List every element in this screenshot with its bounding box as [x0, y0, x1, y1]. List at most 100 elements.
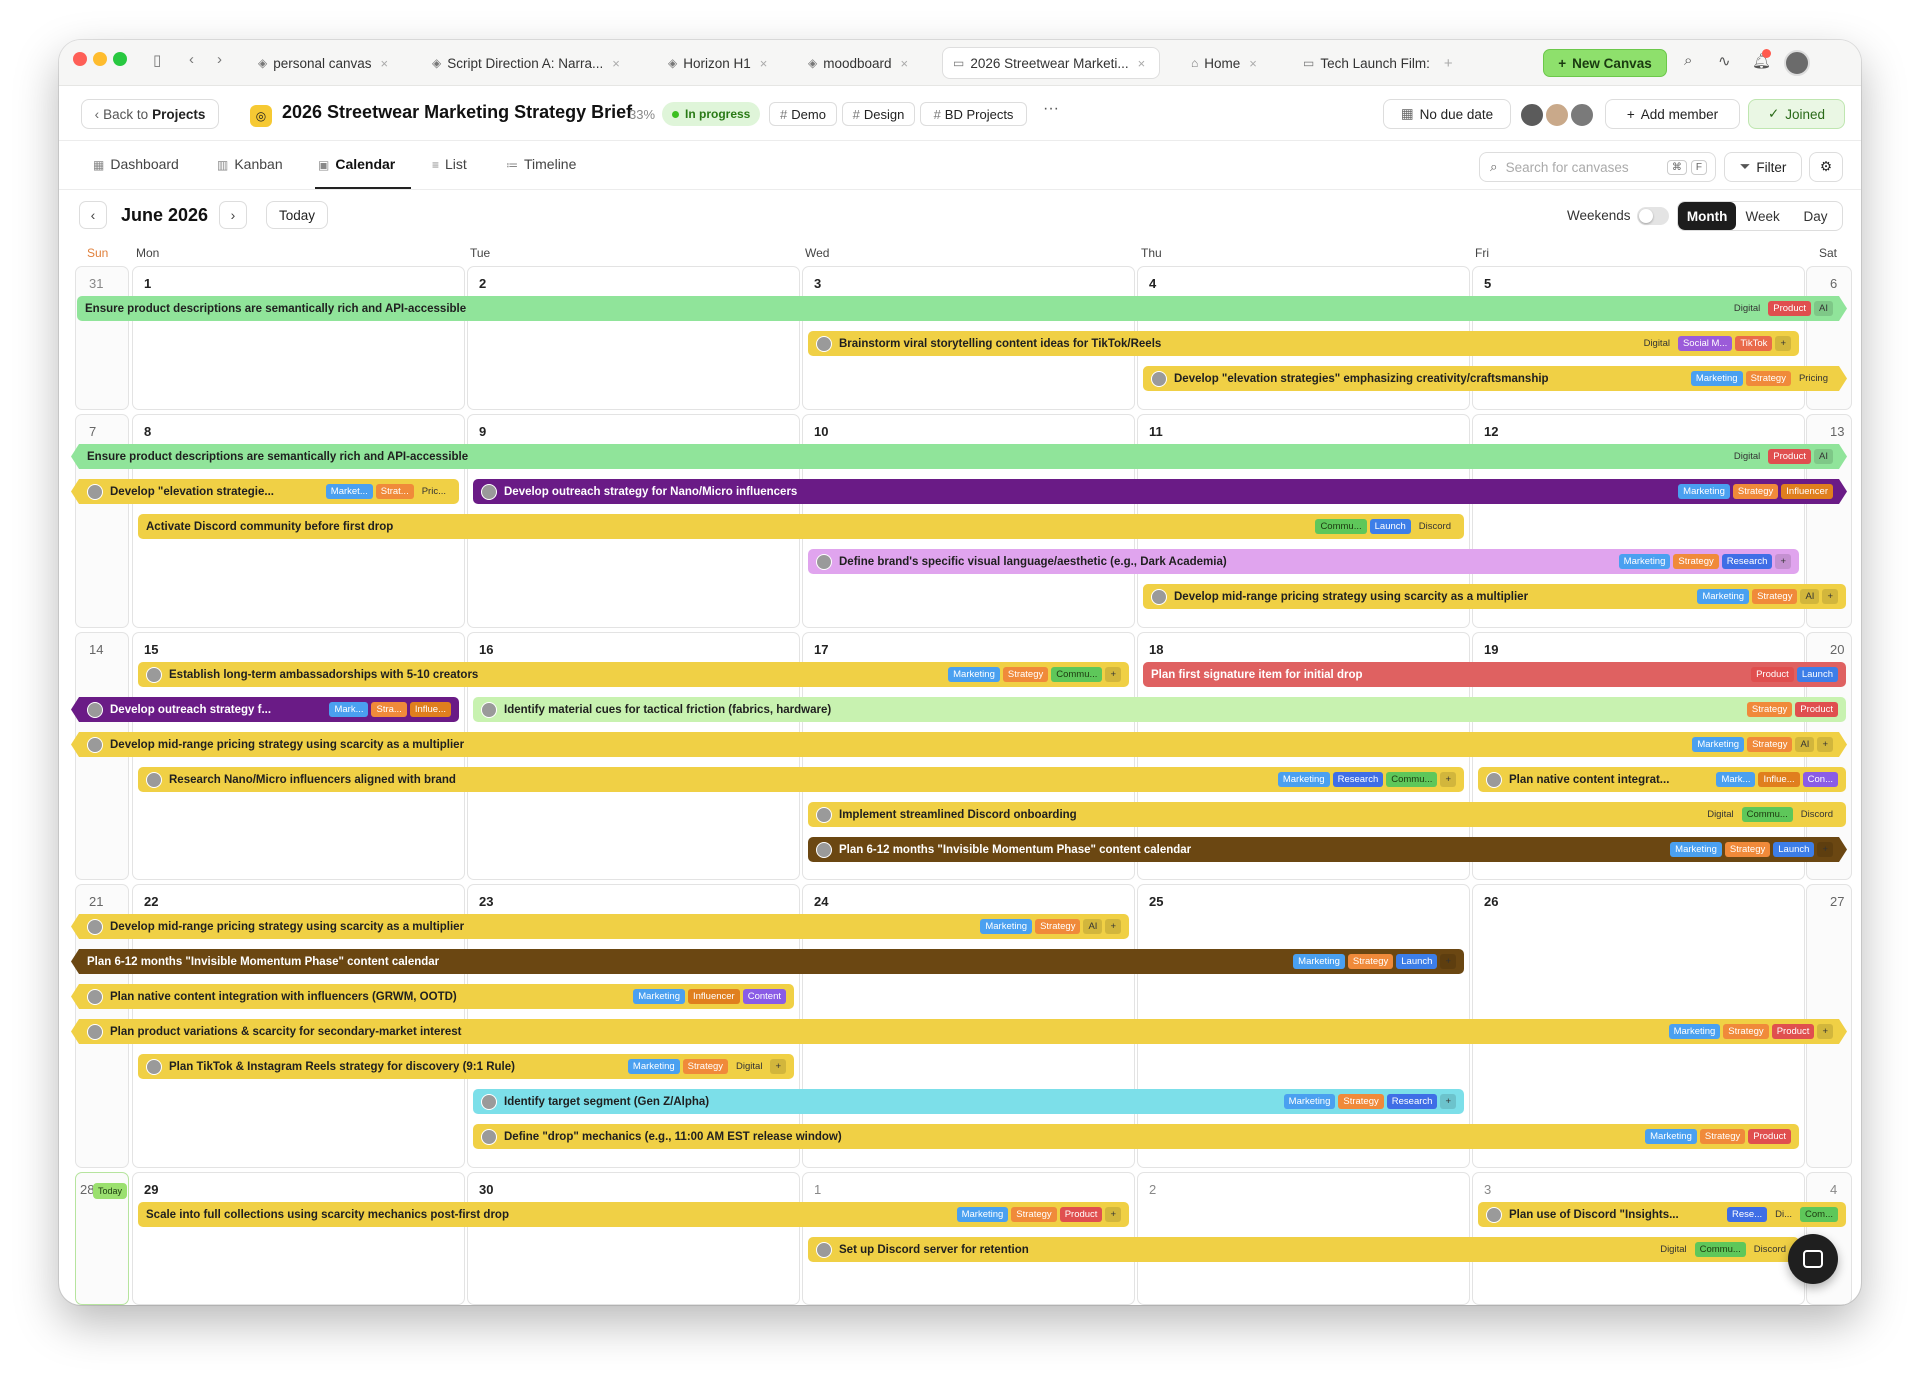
add-label-icon[interactable]: +	[1105, 1207, 1121, 1222]
search-input[interactable]: ⌕ Search for canvases ⌘ F	[1479, 152, 1716, 182]
add-label-icon[interactable]: +	[1775, 336, 1791, 351]
tab-kanban[interactable]: ▥ Kanban	[217, 156, 283, 172]
calendar-event[interactable]: Plan native content integration with inf…	[71, 984, 794, 1009]
search-icon[interactable]: ⌕	[1684, 52, 1692, 69]
back-to-projects-button[interactable]: ‹ Back to Projects	[81, 99, 219, 129]
tab-calendar[interactable]: ▣ Calendar	[318, 156, 395, 172]
calendar-event[interactable]: Define "drop" mechanics (e.g., 11:00 AM …	[473, 1124, 1799, 1149]
calendar-event[interactable]: Plan 6-12 months "Invisible Momentum Pha…	[71, 949, 1464, 974]
close-tab-icon[interactable]: ×	[760, 56, 768, 71]
day-cell[interactable]	[132, 266, 465, 410]
due-date-button[interactable]: ▦ No due date	[1383, 99, 1511, 129]
project-title[interactable]: 2026 Streetwear Marketing Strategy Brief	[282, 102, 632, 123]
tab-personal-canvas[interactable]: ◈ personal canvas ×	[258, 47, 388, 79]
settings-button[interactable]: ⚙︎	[1809, 152, 1843, 182]
calendar-event[interactable]: Brainstorm viral storytelling content id…	[808, 331, 1799, 356]
filter-button[interactable]: ⏷ Filter	[1724, 152, 1802, 182]
weekends-toggle[interactable]	[1637, 207, 1669, 225]
chat-support-button[interactable]	[1788, 1234, 1838, 1284]
new-canvas-button[interactable]: + New Canvas	[1543, 49, 1667, 77]
more-options-icon[interactable]: ···	[1043, 100, 1059, 118]
calendar-event[interactable]: Develop mid-range pricing strategy using…	[1143, 584, 1846, 609]
calendar-event[interactable]: Set up Discord server for retention Digit…	[808, 1237, 1799, 1262]
tab-timeline[interactable]: ≔ Timeline	[506, 156, 576, 172]
day-cell[interactable]	[467, 266, 800, 410]
calendar-event[interactable]: Identify material cues for tactical fric…	[473, 697, 1846, 722]
calendar-event[interactable]: Ensure product descriptions are semantic…	[77, 296, 1847, 321]
add-label-icon[interactable]: +	[1817, 1024, 1833, 1039]
mode-month-button[interactable]: Month	[1678, 202, 1737, 230]
close-tab-icon[interactable]: ×	[1138, 56, 1146, 71]
calendar-event[interactable]: Establish long-term ambassadorships with…	[138, 662, 1129, 687]
calendar-event[interactable]: Develop mid-range pricing strategy using…	[71, 914, 1129, 939]
add-label-icon[interactable]: +	[1775, 554, 1791, 569]
calendar-event[interactable]: Develop outreach strategy for Nano/Micro…	[473, 479, 1847, 504]
activity-icon[interactable]: ∿	[1718, 52, 1731, 70]
calendar-event[interactable]: Define brand's specific visual language/…	[808, 549, 1799, 574]
calendar-event[interactable]: Implement streamlined Discord onboarding…	[808, 802, 1846, 827]
joined-button[interactable]: ✓ Joined	[1748, 99, 1845, 129]
add-member-button[interactable]: + Add member	[1605, 99, 1740, 129]
calendar-event[interactable]: Plan use of Discord "Insights... Rese... D…	[1478, 1202, 1846, 1227]
tag-design[interactable]: # Design	[842, 102, 915, 126]
close-tab-icon[interactable]: ×	[381, 56, 389, 71]
calendar-event[interactable]: Develop "elevation strategie... Market...…	[71, 479, 459, 504]
sidebar-toggle-icon[interactable]: ▯	[153, 51, 161, 69]
today-button[interactable]: Today	[266, 201, 328, 229]
add-label-icon[interactable]: +	[1817, 737, 1833, 752]
add-label-icon[interactable]: +	[770, 1059, 786, 1074]
member-avatar[interactable]	[1569, 102, 1595, 128]
event-label: Marketing	[1697, 589, 1750, 604]
add-tab-icon[interactable]: +	[1444, 55, 1453, 72]
add-label-icon[interactable]: +	[1440, 772, 1456, 787]
add-label-icon[interactable]: +	[1817, 842, 1833, 857]
calendar-event[interactable]: Plan native content integrat... Mark... In…	[1478, 767, 1846, 792]
forward-arrow-icon[interactable]: ›	[217, 51, 222, 68]
calendar-event[interactable]: Scale into full collections using scarci…	[138, 1202, 1129, 1227]
calendar-event[interactable]: Plan 6-12 months "Invisible Momentum Pha…	[808, 837, 1847, 862]
calendar-event[interactable]: Develop outreach strategy f... Mark... Str…	[71, 697, 459, 722]
tab-moodboard[interactable]: ◈ moodboard ×	[808, 47, 908, 79]
status-badge[interactable]: In progress	[662, 102, 761, 126]
member-avatar[interactable]	[1519, 102, 1545, 128]
tab-script-direction[interactable]: ◈ Script Direction A: Narra... ×	[432, 47, 620, 79]
calendar-event[interactable]: Develop "elevation strategies" emphasizi…	[1143, 366, 1847, 391]
calendar-event[interactable]: Identify target segment (Gen Z/Alpha) Mar…	[473, 1089, 1464, 1114]
tab-horizon-h1[interactable]: ◈ Horizon H1 ×	[668, 47, 767, 79]
add-label-icon[interactable]: +	[1105, 667, 1121, 682]
add-label-icon[interactable]: +	[1440, 954, 1456, 969]
tag-demo[interactable]: # Demo	[769, 102, 837, 126]
prev-month-button[interactable]: ‹	[79, 201, 107, 229]
day-cell[interactable]	[467, 1172, 800, 1305]
day-cell[interactable]	[132, 1172, 465, 1305]
shortcut-hint: ⌘ F	[1666, 159, 1707, 175]
close-tab-icon[interactable]: ×	[1249, 56, 1257, 71]
add-label-icon[interactable]: +	[1105, 919, 1121, 934]
close-tab-icon[interactable]: ×	[901, 56, 909, 71]
calendar-event[interactable]: Plan first signature item for initial dr…	[1143, 662, 1846, 687]
tab-streetwear-marketing[interactable]: ▭ 2026 Streetwear Marketi... ×	[942, 47, 1160, 79]
next-month-button[interactable]: ›	[219, 201, 247, 229]
back-arrow-icon[interactable]: ‹	[189, 51, 194, 68]
close-tab-icon[interactable]: ×	[612, 56, 620, 71]
tab-home[interactable]: ⌂ Home ×	[1191, 47, 1257, 79]
mode-week-button[interactable]: Week	[1736, 202, 1789, 230]
tab-dashboard[interactable]: ▦ Dashboard	[93, 156, 179, 172]
calendar-event[interactable]: Plan TikTok & Instagram Reels strategy f…	[138, 1054, 794, 1079]
calendar-event[interactable]: Ensure product descriptions are semantic…	[71, 444, 1847, 469]
member-avatar[interactable]	[1544, 102, 1570, 128]
add-label-icon[interactable]: +	[1822, 589, 1838, 604]
mode-day-button[interactable]: Day	[1789, 202, 1842, 230]
calendar-event[interactable]: Plan product variations & scarcity for s…	[71, 1019, 1847, 1044]
calendar-event[interactable]: Develop mid-range pricing strategy using…	[71, 732, 1847, 757]
close-window-button[interactable]	[73, 52, 87, 66]
calendar-event[interactable]: Research Nano/Micro influencers aligned …	[138, 767, 1464, 792]
user-avatar[interactable]	[1784, 50, 1810, 76]
minimize-window-button[interactable]	[93, 52, 107, 66]
tag-bd-projects[interactable]: # BD Projects	[920, 102, 1027, 126]
tab-list[interactable]: ≡ List	[432, 156, 467, 172]
add-label-icon[interactable]: +	[1440, 1094, 1456, 1109]
tab-tech-launch-film[interactable]: ▭ Tech Launch Film: +	[1303, 47, 1453, 79]
maximize-window-button[interactable]	[113, 52, 127, 66]
calendar-event[interactable]: Activate Discord community before first …	[138, 514, 1464, 539]
